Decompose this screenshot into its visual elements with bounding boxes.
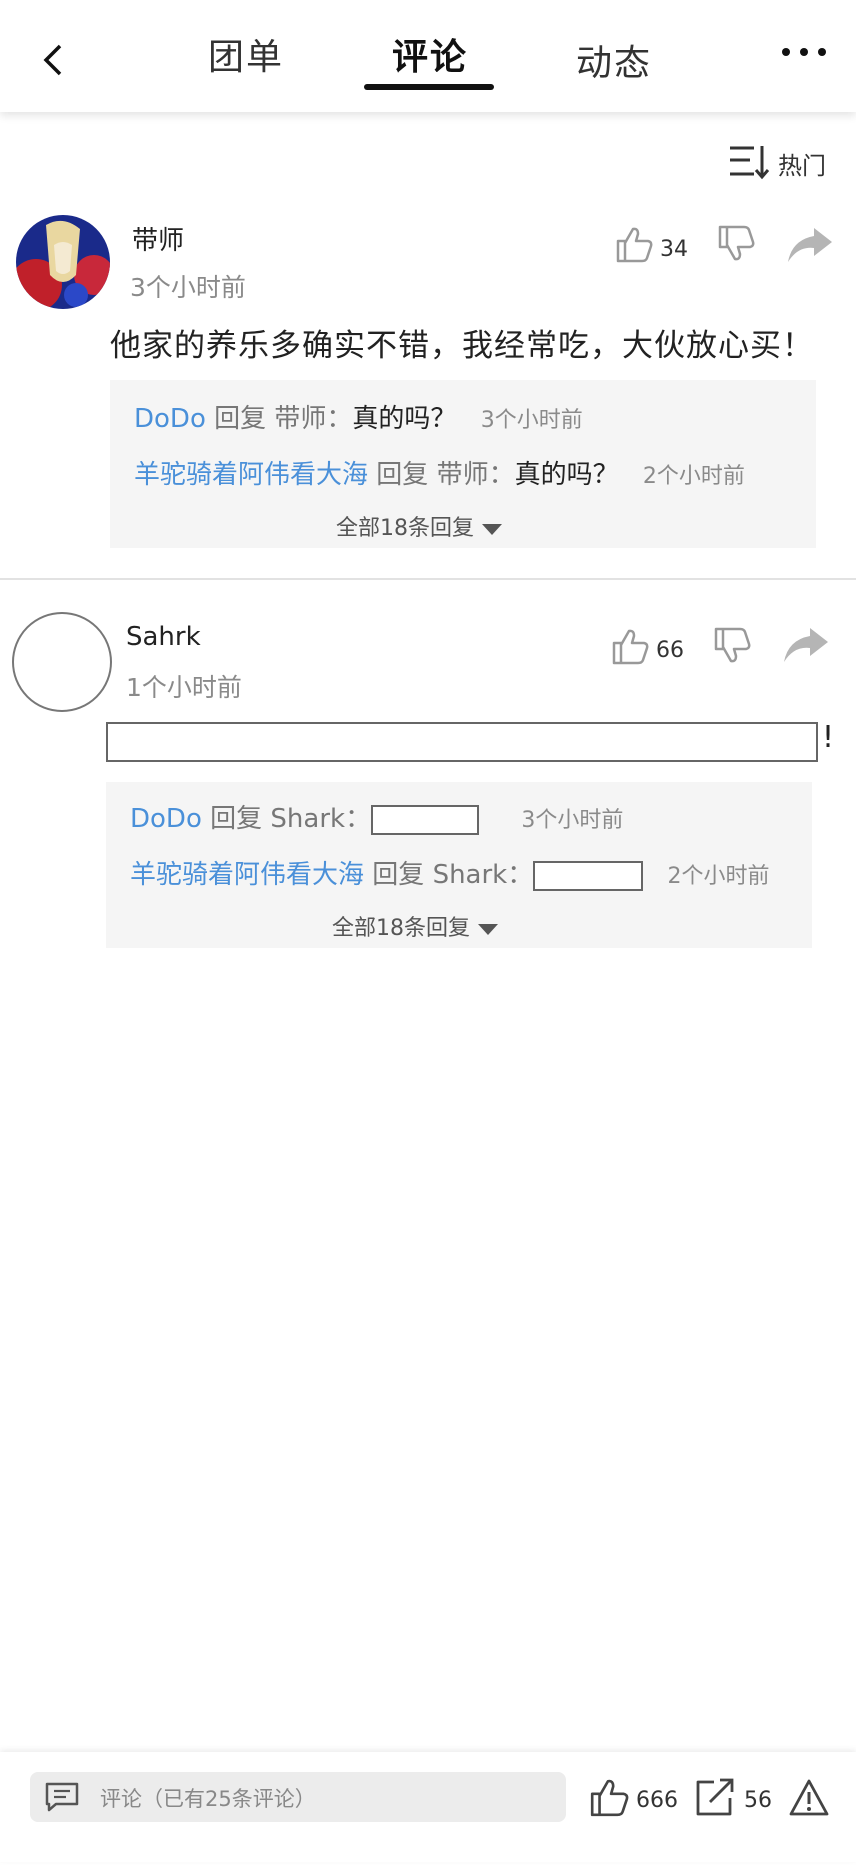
reply-author[interactable]: DoDo [134, 404, 206, 434]
back-arrow-icon[interactable] [36, 38, 68, 82]
caret-down-icon [478, 923, 498, 935]
comment-time: 1个小时前 [126, 673, 242, 702]
username[interactable]: 带师 [132, 220, 184, 257]
reply-time: 2个小时前 [667, 864, 770, 889]
reply-text-redacted [371, 804, 480, 835]
thumbs-up-icon[interactable] [588, 1776, 630, 1818]
more-menu-icon[interactable] [776, 36, 832, 66]
tab-comments[interactable]: 评论 [392, 28, 468, 80]
reply-target: Shark： [270, 804, 372, 834]
thumbs-up-icon[interactable] [610, 626, 650, 666]
comment-text-redacted [106, 722, 818, 762]
comment-text-suffix: ! [822, 720, 835, 755]
reply-connector: 回复 [210, 804, 263, 834]
thumbs-down-icon[interactable] [716, 224, 756, 264]
reply-item: 羊驼骑着阿伟看大海 回复 Shark： 2个小时前 [130, 854, 770, 891]
reply-time: 3个小时前 [480, 408, 583, 433]
comment-input-placeholder: 评论（已有25条评论） [100, 1787, 316, 1811]
reply-time: 3个小时前 [521, 808, 624, 833]
reply-text: 真的吗？ [514, 460, 619, 490]
thumbs-up-icon[interactable] [614, 224, 654, 264]
share-arrow-icon[interactable] [786, 226, 834, 264]
reply-author[interactable]: 羊驼骑着阿伟看大海 [130, 860, 364, 890]
avatar[interactable] [12, 612, 112, 712]
reply-time: 2个小时前 [642, 464, 745, 489]
reply-target: 带师： [436, 460, 515, 490]
share-icon[interactable] [694, 1776, 736, 1818]
reply-target: Shark： [432, 860, 534, 890]
reply-item: DoDo 回复 带师：真的吗？ 3个小时前 [134, 398, 583, 435]
comment-bubble-icon [45, 1782, 79, 1812]
share-count: 56 [744, 1788, 772, 1813]
reply-author[interactable]: 羊驼骑着阿伟看大海 [134, 460, 368, 490]
comment-divider [0, 578, 856, 580]
avatar-image [16, 215, 110, 309]
sort-label: 热门 [778, 152, 826, 180]
all-replies-link[interactable]: 全部18条回复 [332, 910, 498, 942]
reply-box: DoDo 回复 Shark： 3个小时前 羊驼骑着阿伟看大海 回复 Shark：… [106, 782, 812, 948]
active-tab-indicator [364, 84, 494, 90]
like-count: 34 [660, 237, 688, 262]
total-like-count: 666 [636, 1788, 678, 1813]
comment-text: 他家的养乐多确实不错，我经常吃，大伙放心买！ [110, 328, 814, 364]
sort-icon [730, 146, 770, 180]
username[interactable]: Sahrk [126, 622, 201, 652]
top-nav-bar: 团单 评论 动态 [0, 0, 856, 112]
tab-activity[interactable]: 动态 [576, 34, 652, 86]
comment-input[interactable]: 评论（已有25条评论） [30, 1772, 566, 1822]
reply-item: DoDo 回复 Shark： 3个小时前 [130, 798, 623, 835]
reply-text: 真的吗？ [352, 404, 457, 434]
all-replies-label: 全部18条回复 [336, 516, 474, 541]
tab-group-deals[interactable]: 团单 [208, 28, 284, 80]
thumbs-down-icon[interactable] [712, 626, 752, 666]
comment-time: 3个小时前 [130, 273, 246, 302]
reply-connector: 回复 [376, 460, 429, 490]
caret-down-icon [482, 523, 502, 535]
reply-connector: 回复 [372, 860, 425, 890]
avatar[interactable] [16, 215, 110, 309]
warning-report-icon[interactable] [788, 1778, 830, 1818]
all-replies-label: 全部18条回复 [332, 916, 470, 941]
reply-target: 带师： [274, 404, 353, 434]
reply-item: 羊驼骑着阿伟看大海 回复 带师：真的吗？ 2个小时前 [134, 454, 745, 491]
reply-author[interactable]: DoDo [130, 804, 202, 834]
bottom-action-bar: 评论（已有25条评论） 666 56 [0, 1752, 856, 1862]
share-arrow-icon[interactable] [782, 626, 830, 664]
reply-box: DoDo 回复 带师：真的吗？ 3个小时前 羊驼骑着阿伟看大海 回复 带师：真的… [110, 380, 816, 548]
reply-connector: 回复 [214, 404, 267, 434]
reply-text-redacted [533, 860, 644, 891]
like-count: 66 [656, 638, 684, 663]
all-replies-link[interactable]: 全部18条回复 [336, 510, 502, 542]
